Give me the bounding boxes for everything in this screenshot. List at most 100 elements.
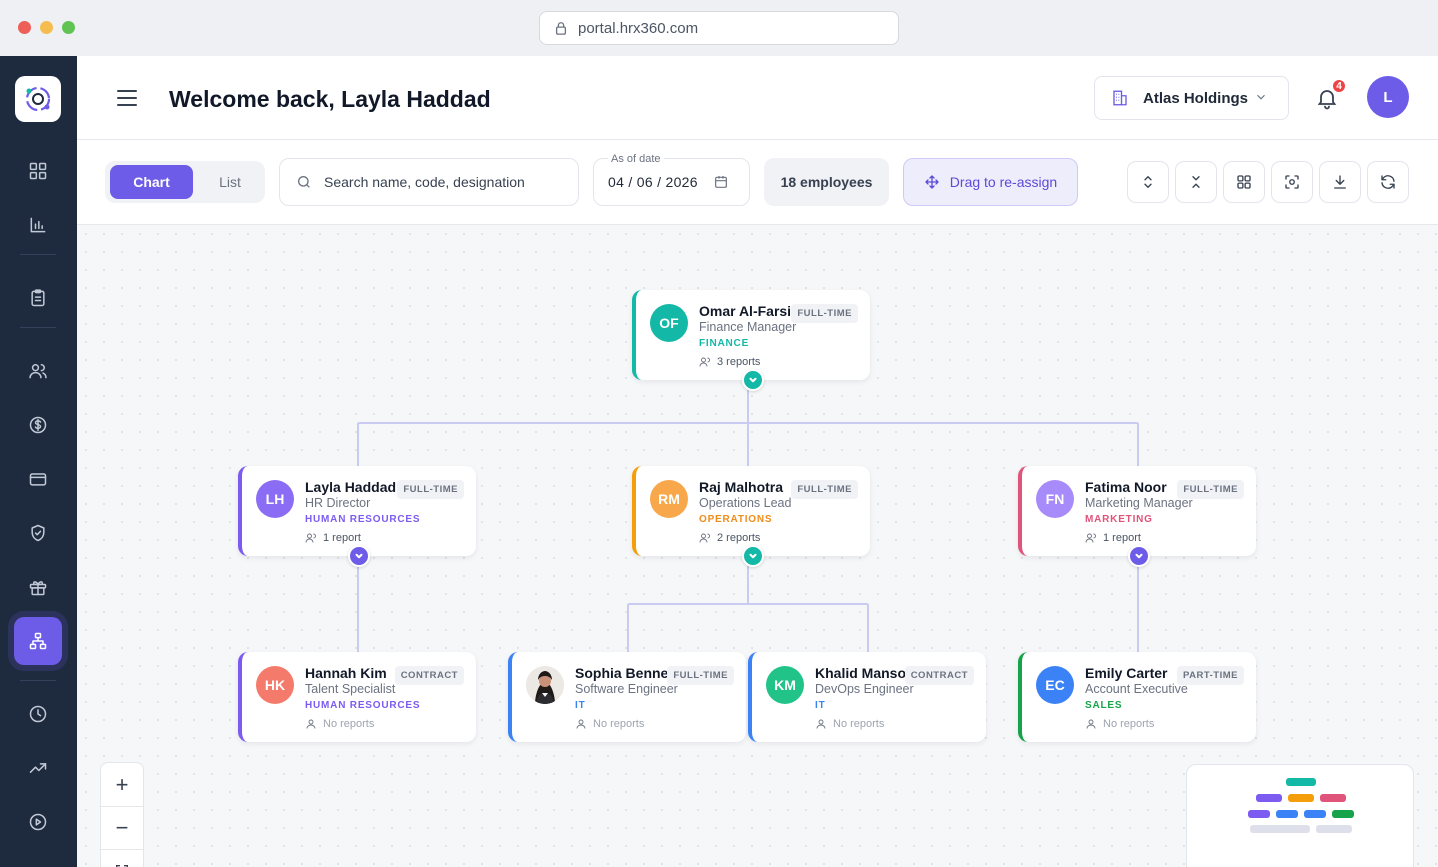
sidebar-item-org-chart[interactable] [14, 617, 62, 665]
user-icon [816, 719, 826, 729]
org-node-sophia[interactable]: Sophia Bennett FULL-TIME Software Engine… [508, 652, 746, 742]
search-input[interactable]: Search name, code, designation [279, 158, 579, 206]
chevron-down-icon [749, 377, 757, 383]
logo-icon [25, 86, 51, 112]
page-title: Welcome back, Layla Haddad [169, 86, 491, 112]
drag-reassign-button[interactable]: Drag to re-assign [903, 158, 1078, 206]
org-node-layla[interactable]: LH Layla Haddad FULL-TIME HR Director HU… [238, 466, 476, 556]
chevron-down-icon [355, 553, 363, 559]
avatar: RM [650, 480, 688, 518]
zoom-in-button[interactable]: + [101, 763, 143, 806]
employment-type-badge: FULL-TIME [791, 480, 858, 499]
sidebar-item-analytics[interactable] [14, 201, 62, 249]
top-header: Welcome back, Layla Haddad Atlas Holding… [77, 56, 1438, 140]
bar-chart-icon [30, 217, 46, 233]
employment-type-badge: CONTRACT [394, 666, 464, 685]
minimap[interactable] [1186, 764, 1414, 867]
zoom-out-button[interactable]: − [101, 806, 143, 849]
avatar: HK [256, 666, 294, 704]
chevron-down-icon [1257, 94, 1265, 100]
minimize-window-button[interactable] [40, 21, 53, 34]
chevron-down-icon [749, 553, 757, 559]
avatar: OF [650, 304, 688, 342]
sidebar-item-training[interactable] [14, 798, 62, 846]
users-icon [699, 357, 710, 367]
minimap-node [1250, 825, 1310, 833]
gift-icon [29, 581, 47, 596]
org-node-raj[interactable]: RM Raj Malhotra FULL-TIME Operations Lea… [632, 466, 870, 556]
department-label: MARKETING [1085, 514, 1153, 525]
collapse-vertical-icon [1192, 176, 1200, 188]
sidebar-item-performance[interactable] [14, 744, 62, 792]
sidebar-item-dashboard[interactable] [14, 147, 62, 195]
drag-reassign-label: Drag to re-assign [949, 174, 1058, 190]
sidebar-item-reports[interactable] [14, 274, 62, 322]
maximize-window-button[interactable] [62, 21, 75, 34]
search-icon [298, 176, 310, 188]
minimap-node [1276, 810, 1298, 818]
menu-toggle-button[interactable] [117, 90, 139, 106]
org-node-omar[interactable]: OF Omar Al-Farsi FULL-TIME Finance Manag… [632, 290, 870, 380]
date-label: As of date [608, 153, 664, 165]
expand-all-button[interactable] [1127, 161, 1169, 203]
employee-name: Layla Haddad [305, 479, 397, 495]
sidebar-item-employees[interactable] [14, 347, 62, 395]
employee-designation: Operations Lead [699, 496, 792, 510]
employee-designation: Finance Manager [699, 320, 797, 334]
employment-type-badge: FULL-TIME [397, 480, 464, 499]
org-node-fatima[interactable]: FN Fatima Noor FULL-TIME Marketing Manag… [1018, 466, 1256, 556]
expand-vertical-icon [1144, 176, 1152, 188]
sidebar-item-compliance[interactable] [14, 509, 62, 557]
employee-name: Emily Carter [1085, 665, 1168, 681]
layout-grid-button[interactable] [1223, 161, 1265, 203]
expand-toggle-raj[interactable] [742, 545, 764, 567]
download-button[interactable] [1319, 161, 1361, 203]
sidebar-divider [20, 254, 56, 255]
fit-focus-button[interactable] [1271, 161, 1313, 203]
department-label: IT [815, 700, 826, 711]
expand-toggle-omar[interactable] [742, 369, 764, 391]
sidebar-item-attendance[interactable] [14, 690, 62, 738]
reports-count: 1 report [1085, 532, 1141, 544]
as-of-date-field[interactable]: As of date 04 / 06 / 2026 [593, 153, 750, 206]
minimap-node [1320, 794, 1346, 802]
download-icon [1334, 175, 1346, 189]
sidebar-item-benefits[interactable] [14, 563, 62, 611]
search-placeholder: Search name, code, designation [324, 174, 525, 190]
fit-view-button[interactable] [101, 849, 143, 867]
department-label: SALES [1085, 700, 1123, 711]
reports-count: No reports [305, 718, 374, 730]
user-icon [306, 719, 316, 729]
sidebar-item-expenses[interactable] [14, 455, 62, 503]
employee-designation: Account Executive [1085, 682, 1188, 696]
sidebar-item-payroll[interactable] [14, 401, 62, 449]
avatar: LH [256, 480, 294, 518]
org-chart-canvas[interactable]: OF Omar Al-Farsi FULL-TIME Finance Manag… [77, 225, 1438, 867]
close-window-button[interactable] [18, 21, 31, 34]
refresh-button[interactable] [1367, 161, 1409, 203]
department-label: OPERATIONS [699, 514, 773, 525]
org-node-hannah[interactable]: HK Hannah Kim CONTRACT Talent Specialist… [238, 652, 476, 742]
list-view-button[interactable]: List [199, 165, 261, 199]
chart-view-button[interactable]: Chart [110, 165, 193, 199]
clock-icon [29, 705, 47, 723]
org-node-emily[interactable]: EC Emily Carter PART-TIME Account Execut… [1018, 652, 1256, 742]
expand-toggle-layla[interactable] [348, 545, 370, 567]
organization-name: Atlas Holdings [1143, 89, 1249, 107]
user-avatar[interactable]: L [1367, 76, 1409, 118]
minimap-node [1288, 794, 1314, 802]
app-logo[interactable] [15, 76, 61, 122]
organization-select[interactable]: Atlas Holdings [1094, 76, 1289, 120]
address-bar[interactable]: portal.hrx360.com [539, 11, 899, 45]
calendar-icon[interactable] [713, 174, 729, 190]
minimap-node [1286, 778, 1316, 786]
avatar: FN [1036, 480, 1074, 518]
reports-count: No reports [575, 718, 644, 730]
users-icon [305, 533, 316, 543]
view-toggle: Chart List [105, 161, 265, 203]
expand-toggle-fatima[interactable] [1128, 545, 1150, 567]
collapse-all-button[interactable] [1175, 161, 1217, 203]
notification-badge: 4 [1331, 78, 1347, 94]
org-node-khalid[interactable]: KM Khalid Mansour CONTRACT DevOps Engine… [748, 652, 986, 742]
reports-count: 2 reports [699, 532, 760, 544]
